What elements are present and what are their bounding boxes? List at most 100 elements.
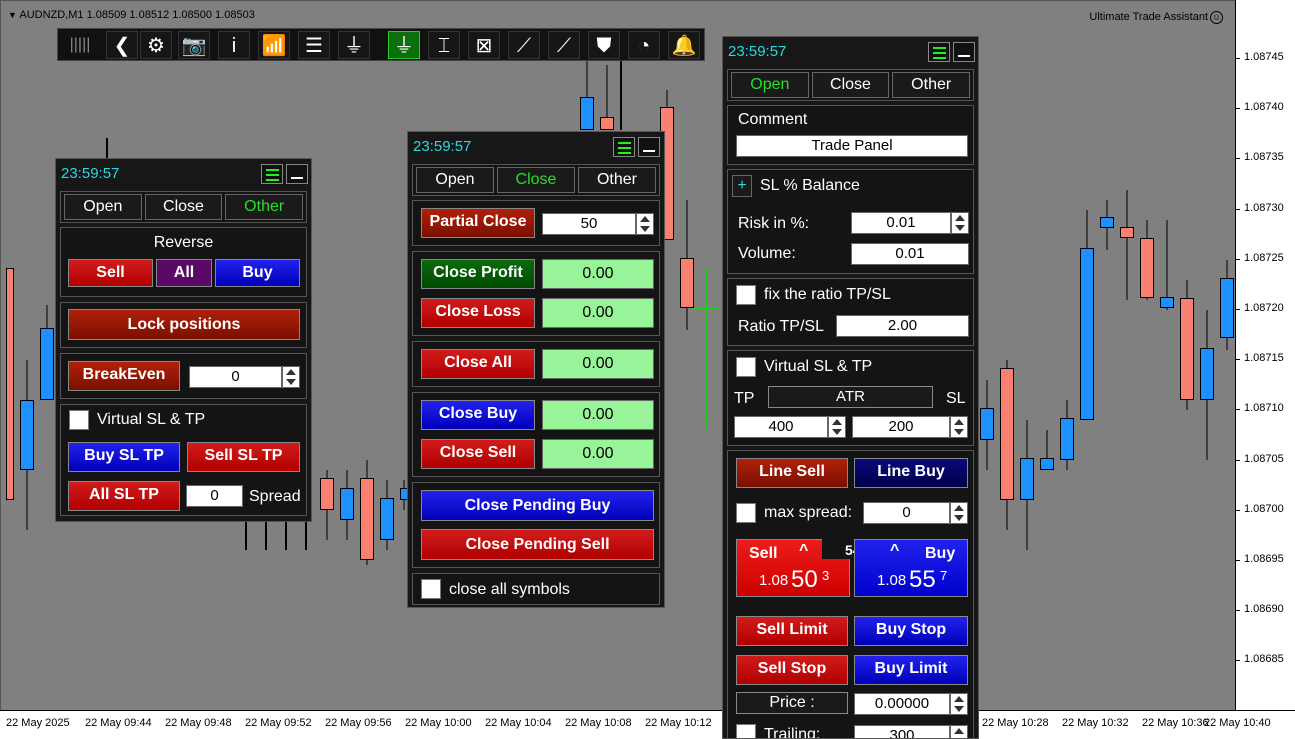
tab-close[interactable]: Close: [497, 167, 575, 193]
menu-icon[interactable]: [613, 137, 635, 157]
list-icon[interactable]: ☰: [298, 31, 330, 59]
max-spread-input[interactable]: 0: [863, 502, 950, 524]
risk-stepper[interactable]: [951, 212, 969, 234]
tab-close[interactable]: Close: [144, 194, 223, 220]
symbol-header-text: AUDNZD,M1 1.08509 1.08512 1.08500 1.0850…: [19, 9, 255, 21]
tab-other[interactable]: Other: [578, 167, 656, 193]
close-buy-value: 0.00: [542, 400, 654, 430]
menu-icon[interactable]: [928, 42, 950, 62]
price-scale[interactable]: 1.08745 1.08740 1.08735 1.08730 1.08725 1.087…: [1235, 0, 1295, 710]
breakeven-input[interactable]: 0: [189, 366, 282, 388]
partial-stepper[interactable]: [636, 213, 654, 235]
sell-limit-button[interactable]: Sell Limit: [736, 616, 848, 646]
sl-stepper[interactable]: [950, 416, 968, 438]
sl-input[interactable]: 200: [852, 416, 950, 438]
close-pending-buy-button[interactable]: Close Pending Buy: [421, 490, 654, 521]
volume-input[interactable]: 0.01: [851, 243, 969, 265]
dropdown-triangle-icon[interactable]: ▼: [8, 10, 17, 20]
back-icon[interactable]: ❮: [106, 31, 138, 59]
fix-ratio-checkbox[interactable]: [736, 285, 756, 305]
close-loss-button[interactable]: Close Loss: [421, 298, 535, 328]
tp-input[interactable]: 400: [734, 416, 828, 438]
trailing-checkbox[interactable]: [736, 724, 756, 738]
max-spread-checkbox[interactable]: [736, 503, 756, 523]
max-spread-stepper[interactable]: [950, 502, 968, 524]
sell-sl-tp-button[interactable]: Sell SL TP: [187, 442, 300, 472]
virtual-label: Virtual SL & TP: [764, 358, 873, 375]
plus-icon[interactable]: +: [732, 175, 752, 197]
close-all-button[interactable]: Close All: [421, 349, 535, 379]
buy-sl-tp-button[interactable]: Buy SL TP: [68, 442, 180, 472]
tab-close[interactable]: Close: [811, 72, 890, 98]
tp-stepper[interactable]: [828, 416, 846, 438]
price-input[interactable]: 0.00000: [854, 693, 950, 715]
close-loss-value: 0.00: [542, 298, 654, 328]
price-tick: [1236, 158, 1240, 160]
ruler-cross-icon[interactable]: ⊠: [468, 31, 500, 59]
ruler-icon[interactable]: ⌶: [428, 31, 460, 59]
tab-open[interactable]: Open: [416, 167, 494, 193]
sell-stop-button[interactable]: Sell Stop: [736, 655, 848, 685]
menu-icon[interactable]: [261, 164, 283, 184]
gear-icon[interactable]: ⚙: [140, 31, 172, 59]
buy-limit-button[interactable]: Buy Limit: [854, 655, 968, 685]
close-sell-button[interactable]: Close Sell: [421, 439, 535, 469]
candle-body: [1000, 368, 1014, 500]
trailing-stepper[interactable]: [950, 725, 968, 738]
volume-label: Volume:: [738, 245, 796, 262]
candle: [980, 380, 994, 470]
time-scale[interactable]: 22 May 2025 22 May 09:44 22 May 09:48 22 Ma…: [0, 710, 1295, 739]
candles-icon[interactable]: ⏚: [338, 31, 370, 59]
time-label: 22 May 09:44: [85, 717, 152, 729]
sl-label: SL: [946, 390, 966, 407]
smiley-icon[interactable]: ☺: [1210, 11, 1223, 24]
spread-input[interactable]: 0: [186, 485, 243, 507]
reverse-buy-button[interactable]: Buy: [215, 259, 300, 287]
close-buy-button[interactable]: Close Buy: [421, 400, 535, 430]
camera-icon[interactable]: 📷: [178, 31, 210, 59]
green-candles-icon[interactable]: ⏚: [388, 31, 420, 59]
breakeven-button[interactable]: BreakEven: [68, 361, 180, 391]
minimize-icon[interactable]: [953, 42, 975, 62]
trend-icon[interactable]: ⟋: [508, 31, 540, 59]
ratio-input[interactable]: 2.00: [836, 315, 969, 337]
atr-button[interactable]: ATR: [768, 386, 933, 408]
close-all-symbols-checkbox[interactable]: [421, 579, 441, 599]
crosshair-horizontal: [692, 308, 720, 309]
price-tick: [1236, 359, 1240, 361]
buy-stop-button[interactable]: Buy Stop: [854, 616, 968, 646]
tab-open[interactable]: Open: [731, 72, 809, 98]
price-tick: [1236, 58, 1240, 59]
signal-icon[interactable]: 📶: [258, 31, 290, 59]
reverse-sell-button[interactable]: Sell: [68, 259, 153, 287]
pie-icon[interactable]: ◔: [628, 31, 660, 59]
tab-open[interactable]: Open: [64, 194, 142, 220]
trailing-input[interactable]: 300: [854, 725, 950, 738]
minimize-icon[interactable]: [638, 137, 660, 157]
price-stepper[interactable]: [950, 693, 968, 715]
tab-other[interactable]: Other: [892, 72, 971, 98]
chart-line-icon[interactable]: ⟋: [548, 31, 580, 59]
bell-icon[interactable]: 🔔: [668, 31, 700, 59]
reverse-all-button[interactable]: All: [156, 259, 212, 287]
minimize-icon[interactable]: [286, 164, 308, 184]
all-sl-tp-button[interactable]: All SL TP: [68, 481, 180, 511]
risk-input[interactable]: 0.01: [851, 212, 951, 234]
partial-input[interactable]: 50: [542, 213, 636, 235]
candle: [1040, 430, 1054, 470]
shield-icon[interactable]: ⛊: [588, 31, 620, 59]
breakeven-stepper[interactable]: [282, 366, 300, 388]
close-profit-button[interactable]: Close Profit: [421, 259, 535, 289]
buy-market-button[interactable]: ^ Buy 1.08 55 7: [854, 539, 968, 597]
lock-positions-button[interactable]: Lock positions: [68, 309, 300, 340]
line-buy-button[interactable]: Line Buy: [854, 458, 968, 488]
close-pending-sell-button[interactable]: Close Pending Sell: [421, 529, 654, 560]
partial-close-button[interactable]: Partial Close: [421, 208, 535, 238]
virtual-checkbox[interactable]: [69, 410, 89, 430]
virtual-checkbox[interactable]: [736, 357, 756, 377]
comment-input[interactable]: Trade Panel: [736, 135, 968, 157]
tab-other[interactable]: Other: [225, 194, 304, 220]
info-icon[interactable]: i: [218, 31, 250, 59]
grip-icon[interactable]: |||||: [60, 31, 100, 59]
line-sell-button[interactable]: Line Sell: [736, 458, 848, 488]
